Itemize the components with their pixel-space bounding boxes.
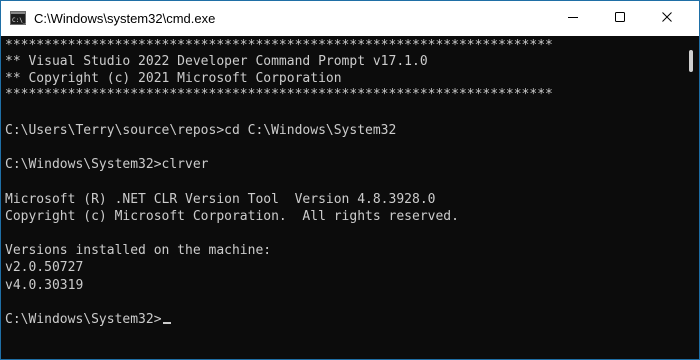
console-line-versions-header: Versions installed on the machine: — [5, 243, 272, 258]
console-line-clr-tool: Microsoft (R) .NET CLR Version Tool Vers… — [5, 192, 436, 207]
console-line-version-2: v2.0.50727 — [5, 260, 84, 275]
console-line-cd-command: C:\Users\Terry\source\repos>cd C:\Window… — [5, 123, 397, 138]
console-output[interactable]: ****************************************… — [1, 36, 683, 359]
cmd-icon: C:\_ — [10, 11, 27, 25]
close-button[interactable] — [644, 1, 690, 36]
maximize-icon — [614, 10, 626, 28]
console-line-banner-bottom: ****************************************… — [5, 87, 553, 102]
minimize-button[interactable] — [550, 1, 596, 36]
svg-text:C:\_: C:\_ — [12, 17, 26, 24]
prompt-text: C:\Windows\System32> — [5, 312, 162, 327]
console-line-copyright-ms: Copyright (c) Microsoft Corporation. All… — [5, 209, 459, 224]
text-cursor — [162, 322, 171, 324]
title-bar[interactable]: C:\_ C:\Windows\system32\cmd.exe — [1, 1, 699, 36]
vertical-scrollbar[interactable] — [683, 36, 699, 359]
console-line-version-4: v4.0.30319 — [5, 278, 84, 293]
close-icon — [661, 10, 673, 28]
cmd-window: C:\_ C:\Windows\system32\cmd.exe *******… — [0, 0, 700, 360]
minimize-icon — [567, 10, 579, 28]
maximize-button[interactable] — [597, 1, 643, 36]
console-line-clrver-command: C:\Windows\System32>clrver — [5, 157, 209, 172]
window-title: C:\Windows\system32\cmd.exe — [34, 11, 216, 26]
scrollbar-thumb[interactable] — [689, 50, 693, 72]
console-line-vs-version: ** Visual Studio 2022 Developer Command … — [5, 54, 428, 69]
console-prompt[interactable]: C:\Windows\System32> — [5, 311, 171, 329]
